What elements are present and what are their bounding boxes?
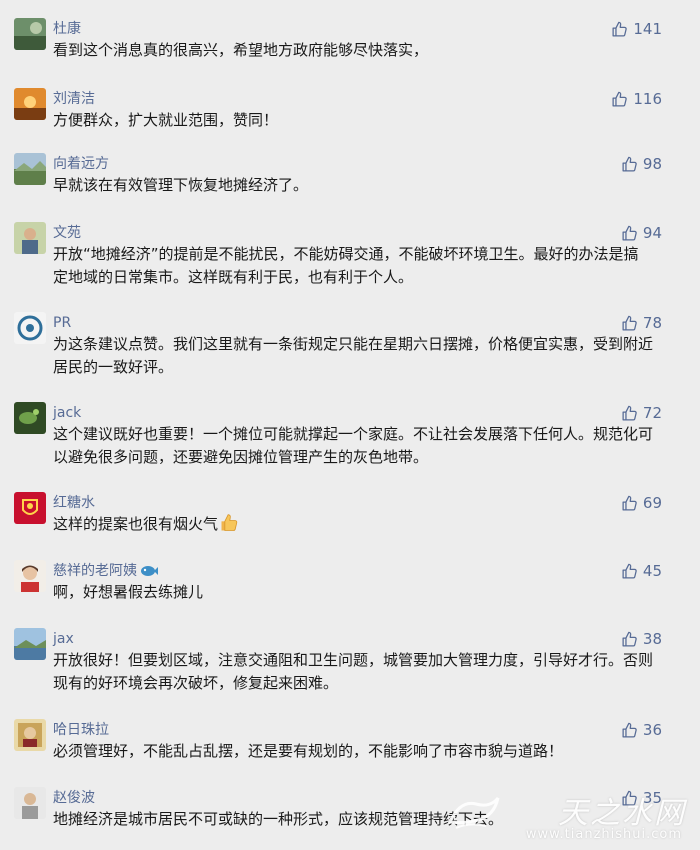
comment-text: 啊，好想暑假去练摊儿: [53, 583, 204, 601]
like-button[interactable]: 69: [621, 492, 662, 514]
thumbs-up-icon: [622, 405, 637, 421]
like-button[interactable]: 94: [621, 222, 662, 244]
thumbs-up-icon: [622, 495, 637, 511]
comment-author[interactable]: 赵俊波: [53, 788, 95, 808]
comment-text: 方便群众，扩大就业范围，赞同！: [53, 111, 279, 129]
watermark-logo-icon: [447, 797, 500, 829]
thumbs-up-icon: [622, 156, 637, 172]
watermark-url: www.tianzhishui.com: [525, 827, 682, 842]
comment-text: 这样的提案也很有烟火气: [53, 513, 653, 540]
comment-author[interactable]: 刘清洁: [53, 89, 95, 109]
comment-text: 必须管理好，不能乱占乱摆，还是要有规划的，不能影响了市容市貌与道路！: [53, 742, 564, 760]
comment-author[interactable]: 杜康: [53, 19, 81, 39]
comment-text: 开放很好！但要划区域，注意交通阻和卫生问题，城管要加大管理力度，引导好才行。否则…: [53, 651, 654, 692]
comment-author[interactable]: 文苑: [53, 223, 81, 243]
comment-text-body: 这样的提案也很有烟火气: [53, 515, 219, 533]
like-button[interactable]: 36: [621, 719, 662, 741]
thumbs-up-icon: [612, 91, 628, 107]
comment-author[interactable]: jax: [53, 629, 74, 649]
avatar[interactable]: [14, 312, 46, 344]
like-count: 69: [642, 494, 662, 512]
like-button[interactable]: 116: [611, 88, 662, 110]
like-count: 94: [642, 224, 662, 242]
comment-author[interactable]: PR: [53, 313, 71, 333]
like-count: 78: [642, 314, 662, 332]
comment-author[interactable]: 红糖水: [53, 493, 95, 513]
watermark-site-name: 天之水网: [558, 796, 686, 831]
comment-text: 这个建议既好也重要！一个摊位可能就撑起一个家庭。不让社会发展落下任何人。规范化可…: [53, 425, 654, 466]
like-count: 72: [642, 404, 662, 422]
like-button[interactable]: 45: [621, 560, 662, 582]
like-button[interactable]: 72: [621, 402, 662, 424]
avatar[interactable]: [14, 153, 46, 185]
avatar[interactable]: [14, 787, 46, 819]
like-count: 38: [642, 630, 662, 648]
like-count: 116: [633, 90, 662, 108]
comment-author[interactable]: jack: [53, 403, 81, 423]
comment-text: 早就该在有效管理下恢复地摊经济了。: [53, 176, 309, 194]
like-count: 98: [642, 155, 662, 173]
thumbs-up-icon: [622, 315, 637, 331]
thumbs-up-emoji-icon: [219, 513, 239, 540]
comment-text: 看到这个消息真的很高兴，希望地方政府能够尽快落实，: [53, 41, 429, 59]
like-button[interactable]: 78: [621, 312, 662, 334]
thumbs-up-icon: [622, 563, 637, 579]
thumbs-up-icon: [622, 225, 637, 241]
avatar[interactable]: [14, 628, 46, 660]
avatar[interactable]: [14, 492, 46, 524]
like-button[interactable]: 141: [611, 18, 662, 40]
avatar[interactable]: [14, 719, 46, 751]
like-count: 36: [642, 721, 662, 739]
site-watermark: 天之水网 www.tianzhishui.com: [446, 786, 696, 846]
avatar[interactable]: [14, 402, 46, 434]
like-button[interactable]: 38: [621, 628, 662, 650]
avatar[interactable]: [14, 18, 46, 50]
thumbs-up-icon: [622, 722, 637, 738]
like-count: 141: [633, 20, 662, 38]
avatar[interactable]: [14, 88, 46, 120]
like-button[interactable]: 98: [621, 153, 662, 175]
avatar[interactable]: [14, 560, 46, 592]
comment-text: 开放“地摊经济”的提前是不能扰民，不能妨碍交通，不能破坏环境卫生。最好的办法是搞…: [53, 245, 639, 286]
comment-text: 为这条建议点赞。我们这里就有一条街规定只能在星期六日摆摊，价格便宜实惠，受到附近…: [53, 335, 654, 376]
comment-author[interactable]: 哈日珠拉: [53, 720, 109, 740]
comment-author[interactable]: 向着远方: [53, 154, 109, 174]
avatar[interactable]: [14, 222, 46, 254]
thumbs-up-icon: [622, 631, 637, 647]
comment-author-name: 慈祥的老阿姨: [53, 563, 137, 579]
thumbs-up-icon: [612, 21, 628, 37]
like-count: 45: [642, 562, 662, 580]
